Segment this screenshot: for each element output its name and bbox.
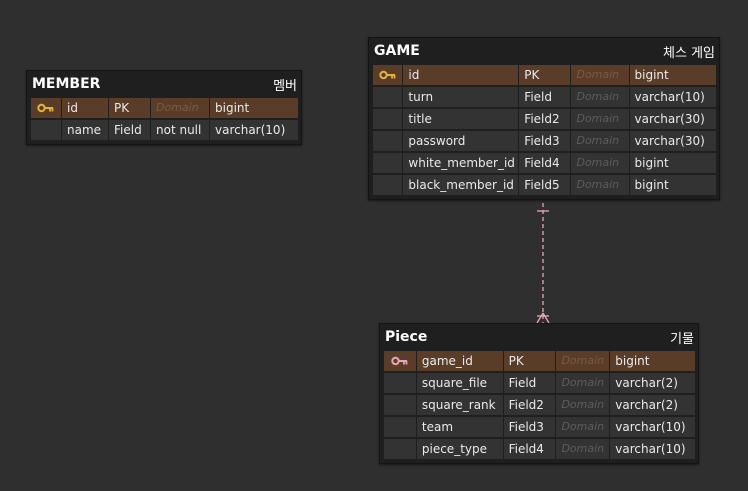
column-constraint: Domain (151, 98, 209, 118)
row-icon-cell (373, 175, 403, 195)
piece-table-rows: game_id PK Domain bigint square_file Field Dom… (380, 350, 698, 463)
row-icon-cell (384, 395, 416, 415)
row-icon-cell (373, 87, 403, 107)
column-constraint: Domain (571, 87, 629, 107)
primary-key-icon (31, 98, 61, 118)
table-row[interactable]: title Field2 Domain varchar(30) (373, 108, 717, 130)
game-table[interactable]: GAME 체스 게임 id PK Domain bigint turn Field Doma… (368, 37, 720, 200)
row-icon-cell (384, 417, 416, 437)
game-table-header[interactable]: GAME 체스 게임 (369, 38, 719, 64)
column-type: varchar(30) (629, 109, 716, 129)
many-crowfoot-right (542, 312, 550, 324)
column-kind: Field5 (519, 175, 571, 195)
column-kind: Field3 (519, 131, 571, 151)
column-constraint: Domain (571, 109, 629, 129)
column-kind: Field2 (519, 109, 571, 129)
column-name: square_file (416, 373, 503, 393)
column-name: square_rank (416, 395, 503, 415)
game-table-rows: id PK Domain bigint turn Field Domain varchar(1… (369, 64, 719, 199)
table-row[interactable]: game_id PK Domain bigint (384, 350, 696, 372)
column-type: varchar(2) (610, 395, 695, 415)
column-name: turn (403, 87, 519, 107)
column-kind: Field (109, 120, 150, 140)
member-table-header[interactable]: MEMBER 멤버 (27, 71, 301, 97)
row-icon-cell (384, 373, 416, 393)
table-row[interactable]: black_member_id Field5 Domain bigint (373, 174, 717, 196)
row-icon-cell (373, 131, 403, 151)
column-type: bigint (210, 98, 298, 118)
column-type: bigint (629, 65, 716, 85)
column-type: varchar(10) (610, 439, 695, 459)
table-row[interactable]: team Field3 Domain varchar(10) (384, 416, 696, 438)
column-constraint: Domain (556, 373, 610, 393)
column-kind: Field4 (503, 439, 556, 459)
row-icon-cell (384, 439, 416, 459)
column-name: team (416, 417, 503, 437)
column-name: black_member_id (403, 175, 519, 195)
row-icon-cell (31, 120, 61, 140)
column-kind: Field3 (503, 417, 556, 437)
column-name: id (403, 65, 519, 85)
column-type: varchar(10) (610, 417, 695, 437)
row-icon-cell (373, 153, 403, 173)
column-kind: Field (519, 87, 571, 107)
column-constraint: Domain (571, 153, 629, 173)
member-table-rows: id PK Domain bigint name Field not null varchar… (27, 97, 301, 144)
member-table[interactable]: MEMBER 멤버 id PK Domain bigint name Field not n… (26, 70, 302, 145)
column-name: id (62, 98, 108, 118)
table-row[interactable]: square_rank Field2 Domain varchar(2) (384, 394, 696, 416)
game-table-name: GAME (374, 43, 420, 59)
table-row[interactable]: password Field3 Domain varchar(30) (373, 130, 717, 152)
column-constraint: Domain (571, 175, 629, 195)
primary-key-icon (373, 65, 403, 85)
column-constraint: Domain (556, 439, 610, 459)
table-row[interactable]: square_file Field Domain varchar(2) (384, 372, 696, 394)
piece-table-comment: 기물 (670, 331, 694, 347)
row-icon-cell (373, 109, 403, 129)
column-name: title (403, 109, 519, 129)
many-crowfoot-left (536, 312, 544, 324)
table-row[interactable]: name Field not null varchar(10) (31, 119, 299, 141)
column-type: bigint (629, 175, 716, 195)
piece-table[interactable]: Piece 기물 game_id PK Domain bigint square_fil… (379, 323, 699, 464)
column-type: bigint (629, 153, 716, 173)
table-row[interactable]: id PK Domain bigint (373, 64, 717, 86)
column-constraint: Domain (556, 351, 610, 371)
table-row[interactable]: piece_type Field4 Domain varchar(10) (384, 438, 696, 460)
table-row[interactable]: white_member_id Field4 Domain bigint (373, 152, 717, 174)
column-type: varchar(10) (210, 120, 298, 140)
column-type: varchar(30) (629, 131, 716, 151)
column-type: varchar(2) (610, 373, 695, 393)
column-constraint: Domain (556, 395, 610, 415)
table-row[interactable]: id PK Domain bigint (31, 97, 299, 119)
column-type: bigint (610, 351, 695, 371)
member-table-comment: 멤버 (273, 78, 297, 94)
column-constraint: Domain (571, 65, 629, 85)
member-table-name: MEMBER (32, 76, 101, 92)
column-constraint: Domain (571, 131, 629, 151)
piece-table-name: Piece (385, 329, 428, 345)
table-row[interactable]: turn Field Domain varchar(10) (373, 86, 717, 108)
column-name: white_member_id (403, 153, 519, 173)
column-kind: Field (503, 373, 556, 393)
piece-table-header[interactable]: Piece 기물 (380, 324, 698, 350)
column-constraint: Domain (556, 417, 610, 437)
column-kind: Field2 (503, 395, 556, 415)
column-type: varchar(10) (629, 87, 716, 107)
column-kind: Field4 (519, 153, 571, 173)
column-kind: PK (503, 351, 556, 371)
column-constraint: not null (151, 120, 209, 140)
column-kind: PK (519, 65, 571, 85)
foreign-key-icon (384, 351, 416, 371)
column-name: password (403, 131, 519, 151)
column-name: name (62, 120, 108, 140)
column-name: game_id (416, 351, 503, 371)
column-name: piece_type (416, 439, 503, 459)
game-table-comment: 체스 게임 (663, 45, 715, 61)
column-kind: PK (109, 98, 150, 118)
